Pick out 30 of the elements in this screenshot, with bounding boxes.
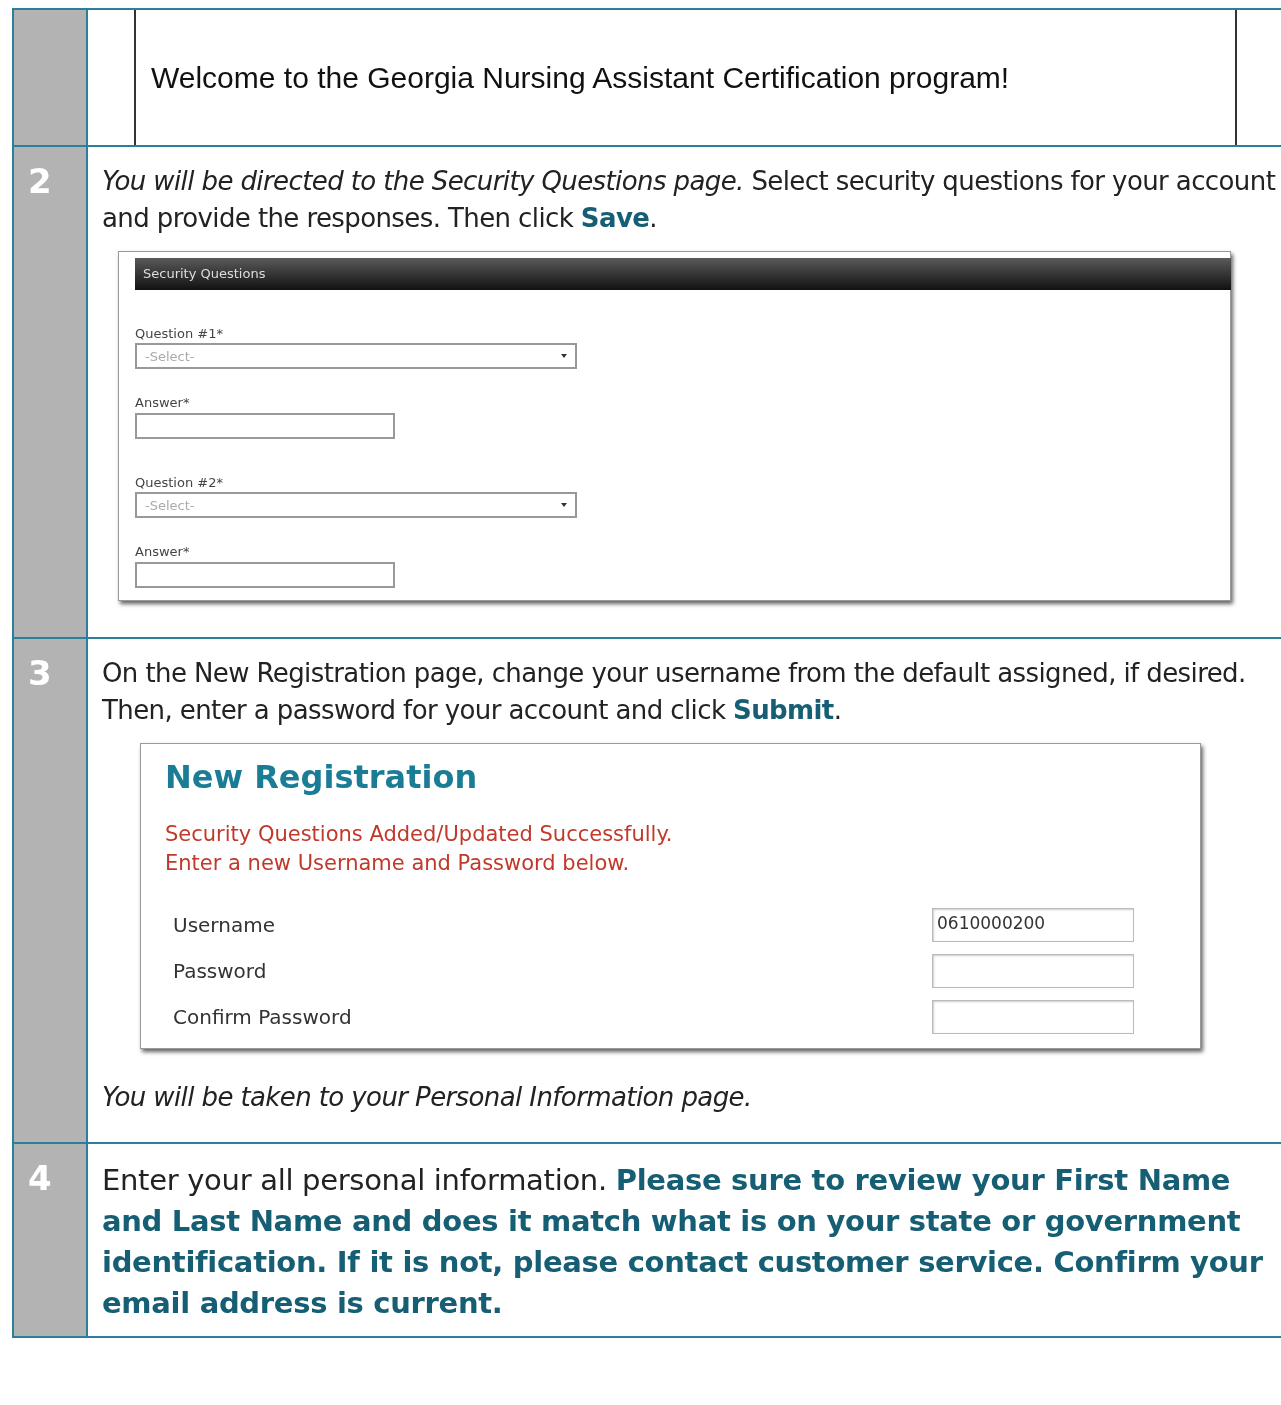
step-number: 4 (14, 1143, 88, 1336)
input-field[interactable]: 0610000200 (932, 907, 1134, 942)
field-label: Confirm Password (172, 1003, 352, 1031)
select-placeholder: -Select- (145, 348, 195, 365)
input-field[interactable] (932, 999, 1134, 1034)
select-field[interactable]: -Select- (135, 492, 577, 518)
select-field[interactable]: -Select- (135, 343, 577, 369)
input-field[interactable] (932, 953, 1134, 988)
instruction-text: Enter your all personal information. Please sure to review your First Name and Last Name and does it match what is on your state or government identification. If it is not, please contact customer service. Confirm your email address is current. (102, 1161, 1264, 1322)
step-number: 2 (14, 147, 88, 637)
field-label: Username (172, 911, 275, 939)
field-label: Answer* (135, 543, 191, 561)
instruction-text: You will be taken to your Personal Information page. (102, 1080, 753, 1114)
instruction-text: On the New Registration page, change your username from the default assigned, if desired. Then, enter a password for your account and click Submit. (102, 656, 1247, 727)
instruction-text: You will be directed to the Security Questions page. Select security questions for your account and provide the responses. Then click Save. (102, 165, 1277, 235)
select-placeholder: -Select- (145, 497, 195, 514)
field-label: Answer* (135, 394, 191, 412)
field-label: Question #2* (135, 473, 224, 492)
field-label: Password (172, 957, 267, 985)
answer-field[interactable] (135, 412, 395, 439)
answer-field[interactable] (135, 561, 395, 588)
caret-icon (561, 354, 567, 358)
page-title: New Registration (165, 757, 479, 796)
panel-header: Security Questions (135, 258, 1231, 290)
status-message: Security Questions Added/Updated Successfully. (165, 820, 674, 848)
step-number: 3 (14, 638, 88, 1142)
status-message: Enter a new Username and Password below. (165, 849, 631, 877)
welcome-text: Welcome to the Georgia Nursing Assistant Certification program! (151, 60, 1010, 95)
field-label: Question #1* (135, 324, 224, 343)
caret-icon (561, 503, 567, 507)
